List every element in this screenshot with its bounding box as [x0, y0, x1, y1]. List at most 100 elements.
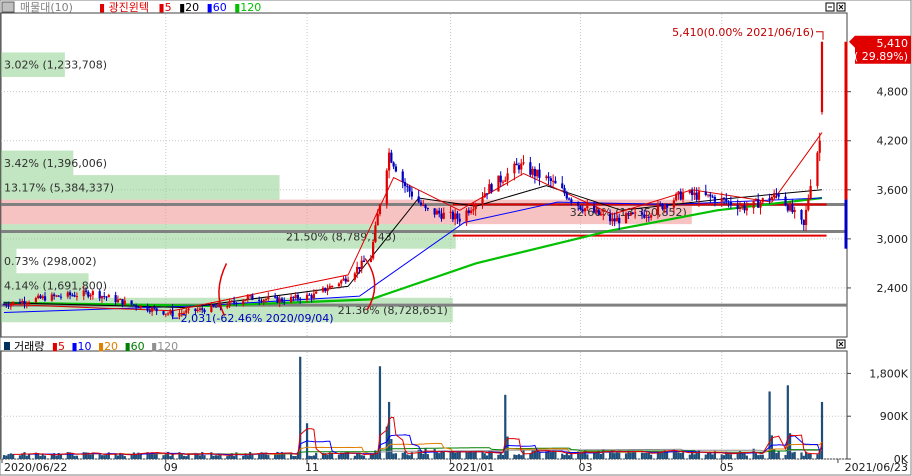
volume-bar	[706, 452, 710, 459]
stock-name: 광진윈텍	[109, 0, 149, 14]
x-tick-label: 03	[578, 461, 592, 474]
volume-bar	[579, 453, 582, 459]
candle	[458, 218, 461, 222]
candle	[59, 296, 63, 298]
candle	[417, 196, 420, 203]
candle	[376, 214, 379, 226]
volume-bar	[613, 453, 616, 459]
candle	[321, 287, 325, 292]
candle	[634, 212, 637, 214]
menu-toggle-icon[interactable]	[1, 1, 15, 13]
candle	[465, 210, 468, 222]
volume-bar	[387, 401, 391, 459]
candle	[800, 209, 803, 220]
volume-bar	[292, 456, 295, 459]
candle	[5, 304, 8, 306]
volume-bar	[7, 454, 10, 459]
volume-bar	[515, 455, 518, 459]
volume-bar	[485, 455, 489, 459]
volume-bar	[426, 454, 429, 459]
candle	[802, 219, 805, 225]
volume-bar	[729, 454, 732, 459]
candle	[659, 203, 662, 205]
volume-bar	[501, 454, 505, 459]
volume-bar	[472, 452, 475, 459]
candle	[451, 211, 454, 220]
candle	[25, 303, 28, 305]
candle	[7, 305, 10, 307]
candle	[43, 296, 47, 301]
volume-bar	[809, 453, 812, 459]
volume-bar	[563, 454, 566, 459]
candle	[150, 307, 154, 312]
candle	[786, 205, 789, 211]
candle	[697, 191, 701, 200]
candle	[743, 205, 746, 211]
candle	[467, 210, 470, 213]
candle	[358, 266, 361, 270]
candle	[570, 199, 573, 203]
volume-bar	[449, 452, 452, 459]
candle	[784, 196, 787, 206]
candle	[709, 194, 712, 197]
volume-bar	[360, 455, 363, 459]
candle	[246, 296, 249, 300]
volume-bar	[643, 453, 646, 459]
candle	[675, 193, 678, 201]
candle	[55, 295, 58, 297]
volume-bar	[711, 454, 714, 459]
candle	[665, 204, 669, 208]
volume-bar	[394, 453, 398, 459]
candle	[342, 278, 345, 281]
candle	[100, 296, 104, 299]
candle	[378, 204, 382, 215]
volume-bar	[784, 455, 787, 459]
volume-profile-label: 3.42% (1,396,006)	[4, 157, 107, 170]
candle	[442, 212, 445, 219]
volume-bar	[5, 455, 8, 459]
volume-bar	[164, 453, 167, 459]
volume-title: 거래량	[14, 340, 44, 353]
candle	[139, 305, 142, 309]
candle	[672, 200, 676, 208]
volume-bar	[688, 454, 691, 459]
candle	[422, 204, 425, 206]
candle	[162, 311, 165, 315]
candle	[647, 216, 650, 218]
candle	[602, 213, 605, 215]
volume-bar	[424, 448, 427, 459]
volume-bar	[647, 452, 650, 459]
candle	[533, 168, 537, 177]
legend-swatch-stock: ▮	[99, 1, 105, 14]
volume-bar	[353, 455, 357, 459]
volume-bar	[9, 453, 12, 459]
candle	[374, 225, 377, 243]
candle	[331, 286, 334, 288]
candle	[804, 209, 808, 225]
candle	[408, 186, 411, 192]
candle	[593, 205, 596, 213]
candle	[770, 197, 773, 201]
volume-bar	[595, 452, 598, 459]
candle	[608, 213, 612, 222]
candle	[230, 300, 233, 302]
volume-bar	[631, 451, 634, 459]
candle	[123, 300, 126, 305]
volume-bar	[465, 451, 468, 459]
candle	[738, 206, 742, 210]
candle	[68, 292, 72, 296]
candle	[276, 296, 279, 303]
volume-bar	[681, 452, 685, 459]
candle	[403, 182, 407, 187]
candle	[693, 192, 696, 195]
candle	[645, 216, 648, 218]
candle	[369, 258, 372, 263]
candle	[87, 291, 90, 297]
volume-bar	[246, 455, 249, 459]
candle	[344, 278, 347, 282]
x-tick-label: 2021/06/23	[845, 461, 908, 474]
candle	[353, 273, 357, 280]
volume-bar	[2, 455, 6, 459]
candle	[438, 210, 441, 214]
candle	[406, 186, 409, 188]
